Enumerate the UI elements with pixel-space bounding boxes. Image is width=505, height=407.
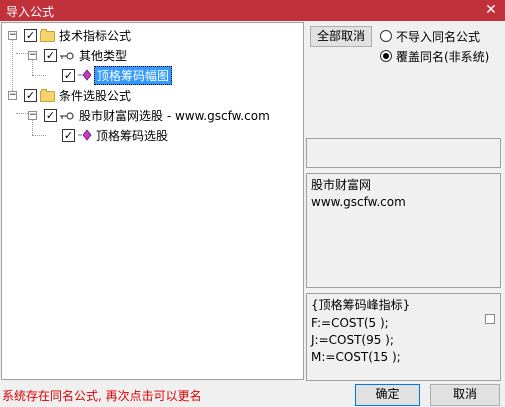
formula-line: M:=COST(15 );	[311, 350, 401, 364]
expand-toggle[interactable]: −	[8, 91, 17, 100]
ok-button[interactable]: 确定	[355, 384, 420, 406]
tree-line	[16, 53, 28, 54]
tree-checkbox[interactable]: ✓	[62, 129, 75, 142]
tree-line	[16, 113, 28, 114]
close-icon[interactable]: ✕	[483, 2, 499, 18]
tree-checkbox[interactable]: ✓	[24, 29, 37, 42]
cancel-all-button[interactable]: 全部取消	[310, 26, 372, 47]
tree-item-label[interactable]: 其他类型	[79, 47, 127, 64]
window-title: 导入公式	[6, 5, 55, 19]
tree-item-label[interactable]: 股市财富网选股 - www.gscfw.com	[79, 107, 270, 124]
tree-item-label[interactable]: 顶格筹码选股	[96, 127, 168, 144]
panel-checkbox[interactable]	[485, 314, 495, 324]
radio-no-import-label[interactable]: 不导入同名公式	[396, 28, 480, 45]
formula-icon	[78, 69, 92, 81]
tree-item-label[interactable]: 技术指标公式	[59, 27, 131, 44]
cancel-button[interactable]: 取消	[430, 384, 500, 406]
tree-line	[12, 37, 13, 97]
tree-checkbox[interactable]: ✓	[62, 69, 75, 82]
title-bar: 导入公式 ✕	[0, 0, 505, 21]
tree-item-label[interactable]: 条件选股公式	[59, 87, 131, 104]
expand-toggle[interactable]: −	[28, 111, 37, 120]
formula-line: J:=COST(95 );	[311, 333, 394, 347]
key-icon	[60, 112, 74, 120]
folder-icon	[40, 89, 55, 102]
info-line: www.gscfw.com	[311, 195, 406, 209]
expand-toggle[interactable]: −	[8, 31, 17, 40]
tree-line	[32, 135, 46, 136]
key-icon	[60, 52, 74, 60]
formula-panel: {顶格筹码峰指标} F:=COST(5 ); J:=COST(95 ); M:=…	[306, 293, 501, 381]
tree-item-label-selected[interactable]: 顶格筹码幅图	[94, 66, 173, 85]
folder-icon	[40, 29, 55, 42]
empty-panel	[306, 138, 501, 168]
info-panel: 股市财富网 www.gscfw.com	[306, 173, 501, 288]
formula-icon	[78, 129, 92, 141]
tree-line	[32, 75, 46, 76]
radio-overwrite-label[interactable]: 覆盖同名(非系统)	[396, 48, 489, 65]
expand-toggle[interactable]: −	[28, 51, 37, 60]
radio-no-import[interactable]	[380, 30, 392, 42]
formula-line: F:=COST(5 );	[311, 316, 389, 330]
formula-tree[interactable]: − ✓ 技术指标公式 − ✓ 其他类型 ✓ 顶格筹码幅图 − ✓ 条件选股公式 …	[1, 22, 304, 380]
formula-line: {顶格筹码峰指标}	[311, 298, 411, 312]
tree-checkbox[interactable]: ✓	[44, 109, 57, 122]
tree-checkbox[interactable]: ✓	[44, 49, 57, 62]
radio-overwrite[interactable]	[380, 50, 392, 62]
status-message: 系统存在同名公式, 再次点击可以更名	[2, 389, 202, 403]
tree-checkbox[interactable]: ✓	[24, 89, 37, 102]
info-line: 股市财富网	[311, 178, 372, 192]
